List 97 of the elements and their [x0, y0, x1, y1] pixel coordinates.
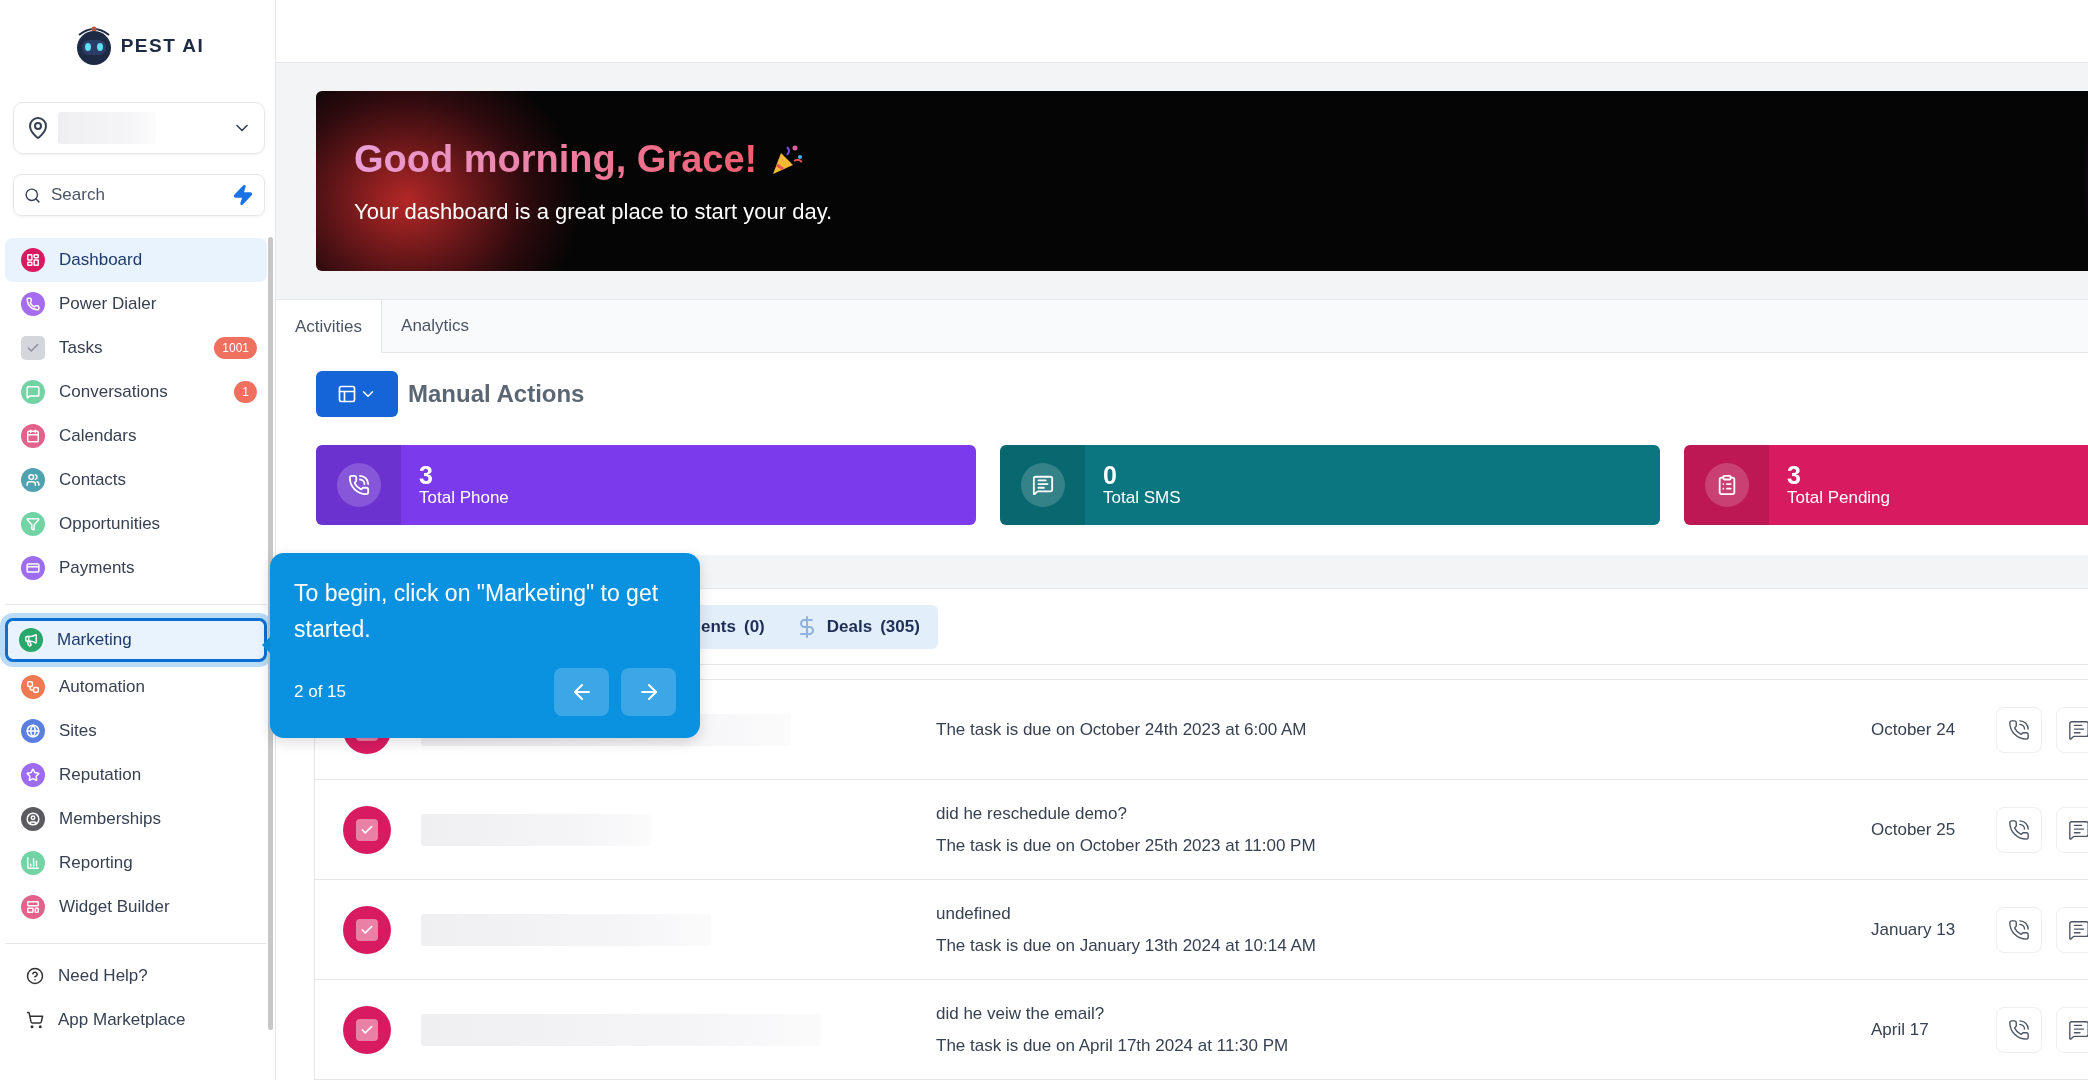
location-pin-icon — [26, 116, 50, 140]
nav-label: Power Dialer — [59, 294, 158, 314]
nav-item[interactable]: Reputation — [5, 753, 267, 797]
help-link[interactable]: Need Help? — [5, 954, 267, 998]
task-checkbox[interactable] — [343, 805, 391, 854]
task-due-text: The task is due on October 24th 2023 at 6:00 AM — [936, 719, 1308, 740]
tour-step: 2 of 15 — [294, 682, 346, 702]
task-checkbox[interactable] — [343, 905, 391, 954]
task-due-text: The task is due on April 17th 2024 at 11:30 PM — [936, 1035, 1290, 1056]
phone-icon — [2008, 718, 2030, 741]
task-title: did he reschedule demo? — [936, 803, 1128, 824]
nav-item[interactable]: Reporting — [5, 841, 267, 885]
nav-item[interactable]: Sites — [5, 709, 267, 753]
nav-label: Marketing — [57, 630, 133, 650]
nav-label: Dashboard — [59, 250, 144, 270]
message-icon — [2068, 718, 2088, 741]
previous-button[interactable] — [554, 668, 609, 716]
phone-icon — [2008, 918, 2030, 941]
nav-item[interactable]: Automation — [5, 665, 267, 709]
nav-item[interactable]: Memberships — [5, 797, 267, 841]
call-button[interactable] — [1996, 806, 2042, 853]
nav-label: Reporting — [59, 853, 134, 873]
nav-label: Payments — [59, 558, 136, 578]
message-icon — [1020, 463, 1065, 507]
nav-label: Reputation — [59, 765, 143, 785]
stat-value: 3 — [1787, 462, 1802, 488]
tour-text: To begin, click on "Marketing" to get started. — [294, 579, 660, 644]
search-icon — [24, 186, 41, 204]
layout-icon — [337, 384, 357, 404]
nav-item[interactable]: Conversations 1 — [5, 370, 267, 414]
nav-label: Memberships — [59, 809, 163, 829]
cart-icon — [26, 1011, 44, 1029]
tab[interactable]: Activities — [276, 300, 383, 353]
nav-label: Contacts — [59, 470, 128, 490]
lightning-icon[interactable] — [232, 184, 254, 206]
nav-label: Calendars — [59, 426, 138, 446]
clipboard-icon — [1704, 463, 1749, 507]
stat-label: Total Pending — [1787, 487, 1891, 508]
task-title: did he veiw the email? — [936, 1003, 1106, 1024]
message-icon — [2068, 818, 2088, 841]
count-badge: 1 — [234, 381, 257, 403]
task-checkbox[interactable] — [343, 1005, 391, 1054]
task-date: April 17 — [1871, 1019, 1930, 1040]
nav-label: Tasks — [59, 338, 104, 358]
call-button[interactable] — [1996, 706, 2042, 753]
check-icon — [356, 818, 378, 841]
task-date: October 25 — [1871, 819, 1957, 840]
message-button[interactable] — [2056, 706, 2088, 753]
nav-item[interactable]: Contacts — [5, 458, 267, 502]
message-button[interactable] — [2056, 806, 2088, 853]
logo-text: PEST AI — [120, 35, 205, 57]
nav-item[interactable]: Opportunities — [5, 502, 267, 546]
filter-chip[interactable]: Deals (305) — [794, 614, 920, 639]
task-due-text: The task is due on October 25th 2023 at 11:00 PM — [936, 835, 1317, 856]
call-button[interactable] — [1996, 906, 2042, 953]
check-icon — [356, 1018, 378, 1041]
nav-label: Opportunities — [59, 514, 162, 534]
call-button[interactable] — [1996, 1006, 2042, 1053]
view-toggle-button[interactable] — [316, 371, 398, 417]
help-icon — [26, 967, 44, 985]
message-button[interactable] — [2056, 906, 2088, 953]
message-icon — [2068, 1018, 2088, 1041]
check-icon — [356, 918, 378, 941]
stat-label: Total SMS — [1103, 487, 1181, 508]
nav-label: Conversations — [59, 382, 169, 402]
nav-label: Sites — [59, 721, 98, 741]
nav-label: Widget Builder — [59, 897, 171, 917]
section-title: Manual Actions — [408, 380, 585, 408]
task-date: January 13 — [1871, 919, 1957, 940]
tab[interactable]: Analytics — [382, 300, 489, 352]
help-label: Need Help? — [58, 966, 148, 986]
help-label: App Marketplace — [58, 1010, 186, 1030]
greeting-subtitle: Your dashboard is a great place to start your day. — [354, 198, 834, 225]
count-badge: 1001 — [214, 337, 257, 359]
next-button[interactable] — [621, 668, 676, 716]
nav-item[interactable]: Payments — [5, 546, 267, 590]
message-button[interactable] — [2056, 1006, 2088, 1053]
message-icon — [2068, 918, 2088, 941]
phone-icon — [2008, 1018, 2030, 1041]
help-link[interactable]: App Marketplace — [5, 998, 267, 1042]
nav-label: Automation — [59, 677, 146, 697]
nav-item[interactable]: Widget Builder — [5, 885, 267, 929]
stat-value: 3 — [419, 462, 434, 488]
nav-item[interactable]: Calendars — [5, 414, 267, 458]
nav-item[interactable]: Power Dialer — [5, 282, 267, 326]
search-input[interactable]: Search — [49, 184, 224, 206]
stat-value: 0 — [1103, 462, 1118, 488]
stat-label: Total Phone — [419, 487, 509, 508]
task-date: October 24 — [1871, 719, 1957, 740]
filter-chip[interactable]: ents (0) — [701, 616, 765, 637]
phone-icon — [2008, 818, 2030, 841]
phone-icon — [336, 463, 381, 507]
task-due-text: The task is due on January 13th 2024 at 10:14 AM — [936, 935, 1317, 956]
nav-item[interactable]: Dashboard — [5, 238, 267, 282]
task-title: undefined — [936, 903, 1012, 924]
nav-item[interactable]: Tasks 1001 — [5, 326, 267, 370]
search-field[interactable]: Search — [13, 174, 265, 216]
